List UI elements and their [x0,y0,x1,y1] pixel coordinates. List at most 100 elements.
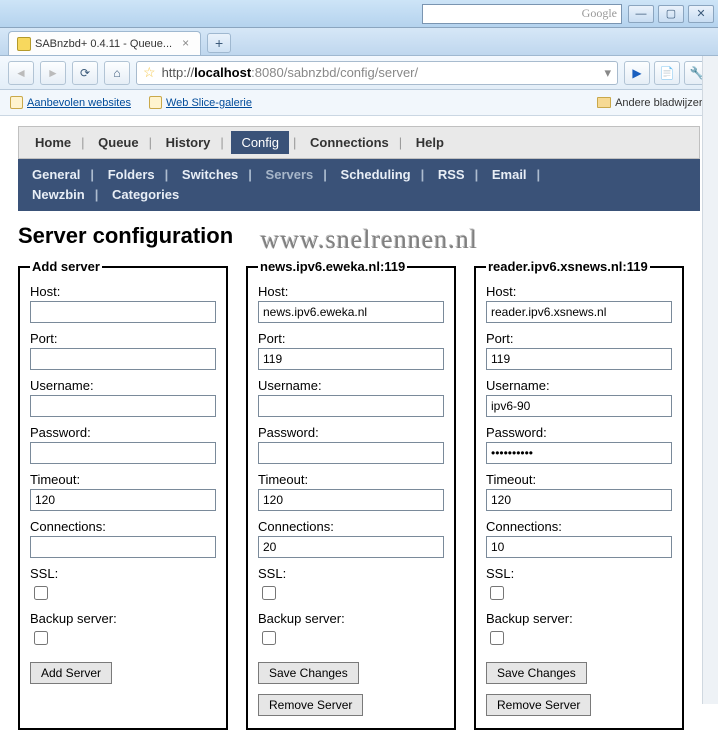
ssl-label: SSL: [258,566,444,581]
connections-field[interactable] [30,536,216,558]
host-field[interactable] [30,301,216,323]
timeout-field[interactable] [258,489,444,511]
backup-label: Backup server: [30,611,216,626]
addr-dropdown-icon[interactable]: ▾ [604,65,611,81]
reload-button[interactable]: ⟳ [72,61,98,85]
remove-server-button[interactable]: Remove Server [486,694,591,716]
port-field[interactable] [258,348,444,370]
connections-field[interactable] [486,536,672,558]
password-field-label: Password: [486,425,672,440]
host-field-label: Host: [486,284,672,299]
username-field[interactable] [486,395,672,417]
bookmark-icon [10,96,23,109]
timeout-field-label: Timeout: [486,472,672,487]
folder-icon [597,97,611,108]
ssl-checkbox[interactable] [34,586,48,600]
ssl-label: SSL: [486,566,672,581]
tab-title: SABnzbd+ 0.4.11 - Queue... [35,38,172,50]
username-field[interactable] [30,395,216,417]
window-maximize-button[interactable]: ▢ [658,5,684,23]
panel-legend: reader.ipv6.xsnews.nl:119 [486,259,650,274]
port-field[interactable] [486,348,672,370]
subnav-scheduling[interactable]: Scheduling [337,167,415,182]
password-field[interactable] [486,442,672,464]
connections-field-label: Connections: [258,519,444,534]
nav-connections[interactable]: Connections [304,133,395,152]
remove-server-button[interactable]: Remove Server [258,694,363,716]
bookmark-aanbevolen[interactable]: Aanbevolen websites [10,96,131,109]
password-field[interactable] [30,442,216,464]
port-field-label: Port: [30,331,216,346]
server-panel: news.ipv6.eweka.nl:119 Host: Port: Username… [246,259,456,730]
browser-tabstrip: SABnzbd+ 0.4.11 - Queue... × + [0,28,718,56]
window-close-button[interactable]: ✕ [688,5,714,23]
username-field-label: Username: [30,378,216,393]
backup-checkbox[interactable] [34,631,48,645]
address-bar[interactable]: ☆ http://localhost:8080/sabnzbd/config/s… [136,61,618,85]
username-field[interactable] [258,395,444,417]
backup-checkbox[interactable] [262,631,276,645]
bookmark-label: Web Slice-galerie [166,97,252,109]
subnav-servers[interactable]: Servers [262,167,318,182]
bookmark-label: Aanbevolen websites [27,97,131,109]
host-field[interactable] [258,301,444,323]
go-button[interactable]: ▶ [624,61,650,85]
nav-history[interactable]: History [160,133,217,152]
subnav-categories[interactable]: Categories [108,187,183,202]
host-field-label: Host: [258,284,444,299]
new-tab-button[interactable]: + [207,33,231,53]
timeout-field[interactable] [486,489,672,511]
timeout-field[interactable] [30,489,216,511]
timeout-field-label: Timeout: [258,472,444,487]
port-field[interactable] [30,348,216,370]
nav-config[interactable]: Config [231,131,289,154]
port-field-label: Port: [258,331,444,346]
password-field[interactable] [258,442,444,464]
server-panel: reader.ipv6.xsnews.nl:119 Host: Port: Usern… [474,259,684,730]
subnav-email[interactable]: Email [488,167,531,182]
bookmark-star-icon[interactable]: ☆ [143,64,156,81]
host-field[interactable] [486,301,672,323]
bookmarks-bar: Aanbevolen websites Web Slice-galerie An… [0,90,718,116]
save-changes-button[interactable]: Save Changes [486,662,587,684]
port-field-label: Port: [486,331,672,346]
search-engine-label: Google [582,6,617,21]
panel-legend: news.ipv6.eweka.nl:119 [258,259,407,274]
host-field-label: Host: [30,284,216,299]
vertical-scrollbar[interactable] [702,56,718,704]
home-button[interactable]: ⌂ [104,61,130,85]
page-content: Home| Queue| History| Config| Connection… [0,116,718,748]
subnav-rss[interactable]: RSS [434,167,469,182]
browser-titlebar: Google — ▢ ✕ [0,0,718,28]
top-nav: Home| Queue| History| Config| Connection… [18,126,700,159]
connections-field-label: Connections: [30,519,216,534]
backup-label: Backup server: [486,611,672,626]
save-changes-button[interactable]: Save Changes [258,662,359,684]
nav-help[interactable]: Help [410,133,450,152]
browser-search-box[interactable]: Google [422,4,622,24]
backup-checkbox[interactable] [490,631,504,645]
nav-home[interactable]: Home [29,133,77,152]
username-field-label: Username: [486,378,672,393]
forward-button[interactable]: ► [40,61,66,85]
bookmark-other-folder[interactable]: Andere bladwijzers [597,97,708,109]
tab-close-icon[interactable]: × [182,37,194,49]
page-title: Server configuration [18,223,233,249]
subnav-newzbin[interactable]: Newzbin [28,187,89,202]
bookmark-webslice[interactable]: Web Slice-galerie [149,96,252,109]
page-menu-button[interactable]: 📄 [654,61,680,85]
username-field-label: Username: [258,378,444,393]
back-button[interactable]: ◄ [8,61,34,85]
subnav-general[interactable]: General [28,167,84,182]
window-minimize-button[interactable]: — [628,5,654,23]
connections-field[interactable] [258,536,444,558]
ssl-checkbox[interactable] [262,586,276,600]
subnav-folders[interactable]: Folders [104,167,159,182]
subnav-switches[interactable]: Switches [178,167,242,182]
ssl-checkbox[interactable] [490,586,504,600]
nav-queue[interactable]: Queue [92,133,144,152]
add-server-button[interactable]: Add Server [30,662,112,684]
backup-label: Backup server: [258,611,444,626]
timeout-field-label: Timeout: [30,472,216,487]
browser-tab[interactable]: SABnzbd+ 0.4.11 - Queue... × [8,31,201,55]
